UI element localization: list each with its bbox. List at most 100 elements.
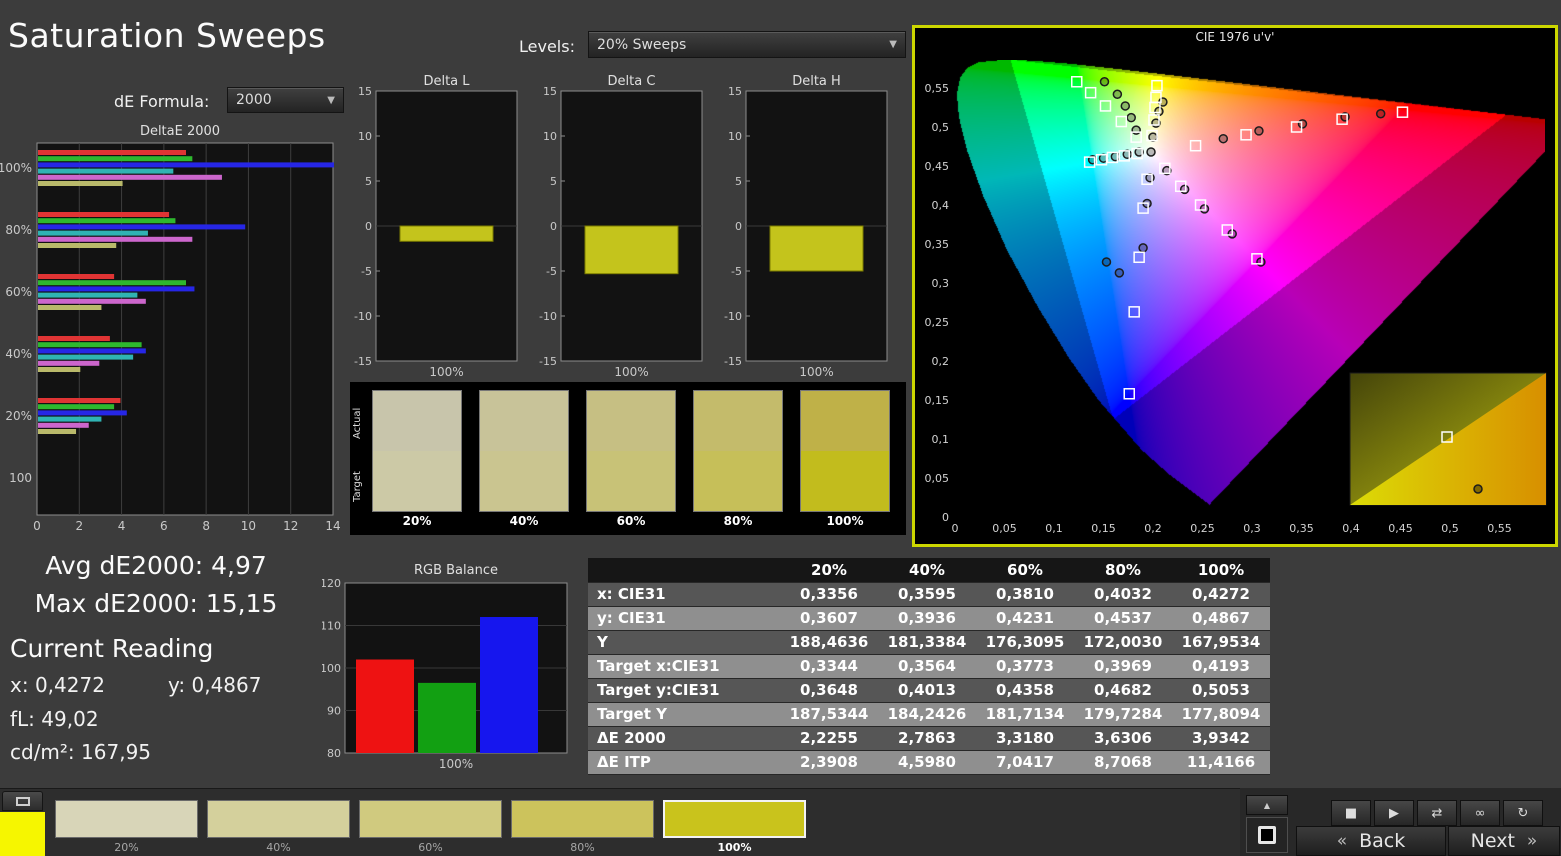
row-label: x: CIE31: [588, 582, 780, 607]
de-bar-green: [38, 404, 115, 410]
tick-label: 0,55: [925, 82, 950, 95]
table-cell: 172,0030: [1074, 630, 1172, 655]
saturation-tile[interactable]: [55, 800, 198, 838]
axis-label: 100%: [439, 757, 473, 771]
tick-label: 120: [322, 577, 341, 590]
de-bar-yellow: [38, 243, 117, 248]
display-tab-button[interactable]: [2, 791, 43, 811]
table-row: x: CIE31 0,3356 0,3595 0,3810 0,4032 0,4272: [588, 582, 1270, 607]
step-button[interactable]: ⇄: [1417, 800, 1457, 826]
column-header: 20%: [780, 558, 878, 583]
axis-label: 100: [9, 471, 32, 485]
levels-dropdown[interactable]: 20% Sweeps ▼: [588, 31, 906, 58]
x-label: x:: [10, 673, 29, 697]
column-header: 40%: [878, 558, 976, 583]
stop-button[interactable]: ■: [1331, 800, 1371, 826]
saturation-tile[interactable]: [511, 800, 654, 838]
table-cell: 177,8094: [1172, 702, 1270, 727]
play-button[interactable]: ▶: [1374, 800, 1414, 826]
max-label: Max dE2000:: [34, 589, 198, 618]
chart-title: Delta L: [423, 74, 470, 89]
de-formula-dropdown[interactable]: 2000 ▼: [227, 87, 344, 113]
saturation-tile[interactable]: [663, 800, 806, 838]
comparison-swatch: [372, 390, 462, 512]
refresh-icon: ↻: [1517, 805, 1529, 821]
axis-label: 60%: [5, 285, 32, 299]
saturation-tile[interactable]: [207, 800, 350, 838]
chart-title: RGB Balance: [414, 563, 498, 578]
tick-label: 5: [365, 175, 372, 188]
measured-point-marker: [1218, 133, 1229, 144]
table-row: Target Y 187,5344 184,2426 181,7134 179,7284…: [588, 702, 1270, 727]
tick-label: 10: [728, 130, 742, 143]
avg-de2000-text: Avg dE2000: 4,97: [6, 551, 306, 580]
de-bar-green: [38, 218, 176, 224]
tick-label: 0,15: [925, 394, 950, 407]
tick-label: 0,5: [932, 121, 950, 134]
table-cell: 8,7068: [1074, 750, 1172, 775]
fl-value: 49,02: [41, 707, 99, 731]
tick-label: 4: [118, 519, 126, 533]
saturation-tile[interactable]: [359, 800, 502, 838]
row-label: Y: [588, 630, 780, 655]
de-bar-green: [38, 280, 186, 286]
tick-label: 0,3: [932, 277, 950, 290]
refresh-button[interactable]: ↻: [1503, 800, 1543, 826]
levels-value: 20% Sweeps: [597, 36, 687, 53]
swatch-label: 40%: [509, 514, 539, 528]
de-bar-magenta: [38, 174, 222, 180]
delta-c-chart: Delta C 15 10 5 0 -5 -10 -15 100%: [539, 74, 703, 379]
tick-label: 14: [325, 519, 340, 533]
tick-label: 0,35: [925, 238, 950, 251]
loop-button[interactable]: ∞: [1460, 800, 1500, 826]
tick-label: 0,15: [1091, 522, 1116, 535]
current-cd-reading: cd/m²: 167,95: [10, 740, 151, 764]
table-cell: 0,3648: [780, 678, 878, 703]
row-label: Target y:CIE31: [588, 678, 780, 703]
table-row: y: CIE31 0,3607 0,3936 0,4231 0,4537 0,4867: [588, 606, 1270, 631]
tick-label: 0,35: [1289, 522, 1314, 535]
table-cell: 0,4013: [878, 678, 976, 703]
tick-label: 100: [322, 662, 341, 675]
comparison-swatch: [586, 390, 676, 512]
de-formula-value: 2000: [236, 92, 272, 108]
target-color-patch: [587, 451, 675, 511]
target-square-marker: [1123, 388, 1135, 400]
measured-point-marker: [1120, 101, 1131, 111]
column-header: 60%: [976, 558, 1074, 583]
row-label: y: CIE31: [588, 606, 780, 631]
tick-label: 0,1: [1045, 522, 1063, 535]
chart-title: Delta C: [608, 74, 656, 89]
swatch-compare-panel: Actual Target 20% 40% 60% 80% 100%: [350, 382, 906, 535]
tick-label: -10: [724, 310, 742, 323]
table-cell: 7,0417: [976, 750, 1074, 775]
tick-label: 0: [942, 511, 949, 524]
column-header: [588, 558, 780, 583]
next-button[interactable]: Next »: [1448, 826, 1560, 856]
de-bar-red: [38, 150, 186, 155]
table-cell: 3,9342: [1172, 726, 1270, 751]
row-label: ΔE ITP: [588, 750, 780, 775]
tick-label: 10: [358, 130, 372, 143]
de-formula-label: dE Formula:: [114, 92, 210, 111]
table-cell: 0,3810: [976, 582, 1074, 607]
panel-expand-button[interactable]: ▲: [1246, 795, 1288, 815]
measured-point-marker: [1110, 151, 1121, 162]
back-button[interactable]: « Back: [1296, 826, 1446, 856]
table-row: ΔE 2000 2,2255 2,7863 3,3180 3,6306 3,9342: [588, 726, 1270, 751]
measured-point-marker: [1112, 89, 1123, 99]
current-y-reading: y: 0,4867: [168, 673, 261, 697]
target-color-patch: [373, 451, 461, 511]
de-bar-cyan: [38, 416, 102, 422]
tick-label: 0,2: [932, 355, 950, 368]
table-cell: 179,7284: [1074, 702, 1172, 727]
measure-stop-button[interactable]: [1246, 817, 1288, 853]
measured-point-marker: [1154, 106, 1164, 117]
row-label: Target Y: [588, 702, 780, 727]
de-bar-yellow: [38, 181, 123, 186]
tick-label: 8: [202, 519, 210, 533]
de-bar-blue: [38, 286, 195, 292]
measured-point-marker: [1179, 184, 1190, 195]
measured-point-marker: [1256, 257, 1266, 267]
table-cell: 187,5344: [780, 702, 878, 727]
